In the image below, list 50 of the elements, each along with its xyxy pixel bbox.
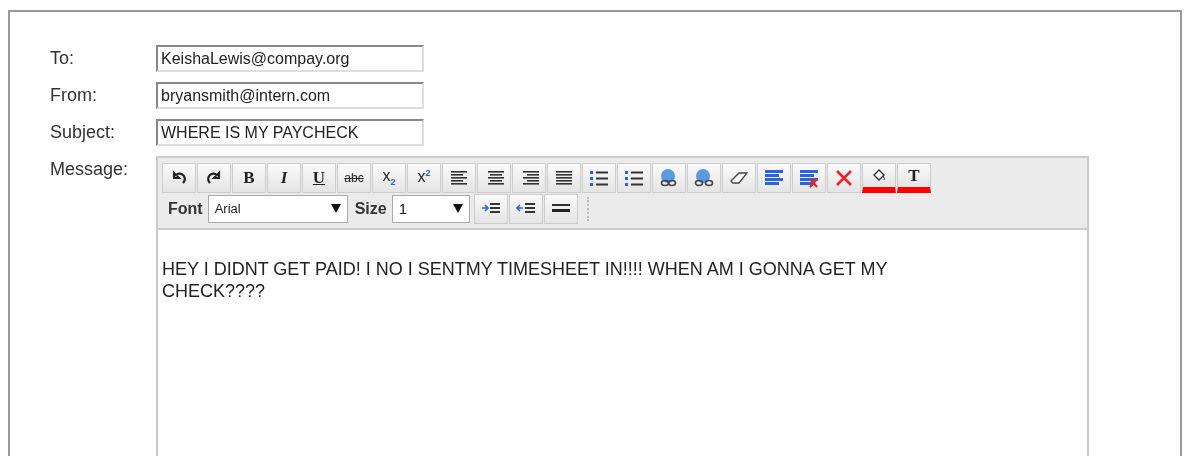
- input-field[interactable]: bryansmith@intern.com: [156, 82, 424, 109]
- font-dropdown[interactable]: Arial: [207, 194, 348, 223]
- eraser-icon: [729, 170, 749, 185]
- block-button[interactable]: [757, 162, 791, 193]
- caret-icon: [330, 204, 341, 213]
- delete-icon: [835, 168, 853, 187]
- align-center-button[interactable]: [477, 162, 511, 193]
- strike-button[interactable]: abc: [337, 162, 371, 193]
- size-dropdown[interactable]: 1: [391, 194, 470, 223]
- delete-button[interactable]: [827, 162, 861, 193]
- align-right-button[interactable]: [512, 162, 546, 193]
- text-block-remove-icon: [799, 167, 819, 188]
- unlink-button[interactable]: [687, 162, 721, 193]
- block-remove-button[interactable]: [792, 162, 826, 193]
- eraser-button[interactable]: [722, 162, 756, 193]
- align-left-button[interactable]: [442, 162, 476, 193]
- bullet-list-button[interactable]: [617, 162, 651, 193]
- italic-button[interactable]: I: [267, 162, 301, 193]
- outdent-button[interactable]: [508, 193, 543, 224]
- field-label: Message:: [50, 158, 130, 181]
- sup-button[interactable]: x$^{2}$: [407, 162, 441, 193]
- input-field[interactable]: WHERE IS MY PAYCHECK: [156, 119, 424, 146]
- ordered-list-icon: [589, 168, 609, 187]
- undo-icon: [171, 169, 187, 186]
- redo-icon: [206, 169, 222, 186]
- align-left-icon: [449, 169, 469, 186]
- rule-button[interactable]: [543, 193, 578, 224]
- caret-icon: [452, 204, 463, 213]
- undo-button[interactable]: [162, 162, 196, 193]
- field-label: To:: [50, 47, 75, 70]
- justify-icon: [554, 169, 574, 186]
- ordered-list-button[interactable]: [582, 162, 616, 193]
- underline-button[interactable]: U: [302, 162, 336, 193]
- text-color-button[interactable]: T: [897, 162, 931, 193]
- field-label: Subject:: [50, 121, 117, 144]
- font-label: Font: [168, 199, 203, 218]
- rich-text-editor[interactable]: B I U abc x$_{2}$ x$^{2}$ T Font Arial Size 1 HEY I DIDNT GET PAID! I NO I SENTMY TIMESHEET IN!!!! WHEN AM I GONNA GET MY CHECK????: [156, 156, 1089, 456]
- indent-button[interactable]: [473, 193, 508, 224]
- justify-button[interactable]: [547, 162, 581, 193]
- size-label: Size: [354, 199, 387, 218]
- input-field[interactable]: KeishaLewis@compay.org: [156, 45, 424, 72]
- bullet-list-icon: [624, 168, 644, 187]
- sub-button[interactable]: x$_{2}$: [372, 162, 406, 193]
- text-block-icon: [764, 167, 784, 188]
- redo-button[interactable]: [197, 162, 231, 193]
- field-label: From:: [50, 84, 98, 107]
- bold-button[interactable]: B: [232, 162, 266, 193]
- fill-color-button[interactable]: [862, 162, 896, 193]
- message-text: HEY I DIDNT GET PAID! I NO I SENTMY TIMESHEET IN!!!! WHEN AM I GONNA GET MY CHECK????: [161, 258, 889, 302]
- link-button[interactable]: [652, 162, 686, 193]
